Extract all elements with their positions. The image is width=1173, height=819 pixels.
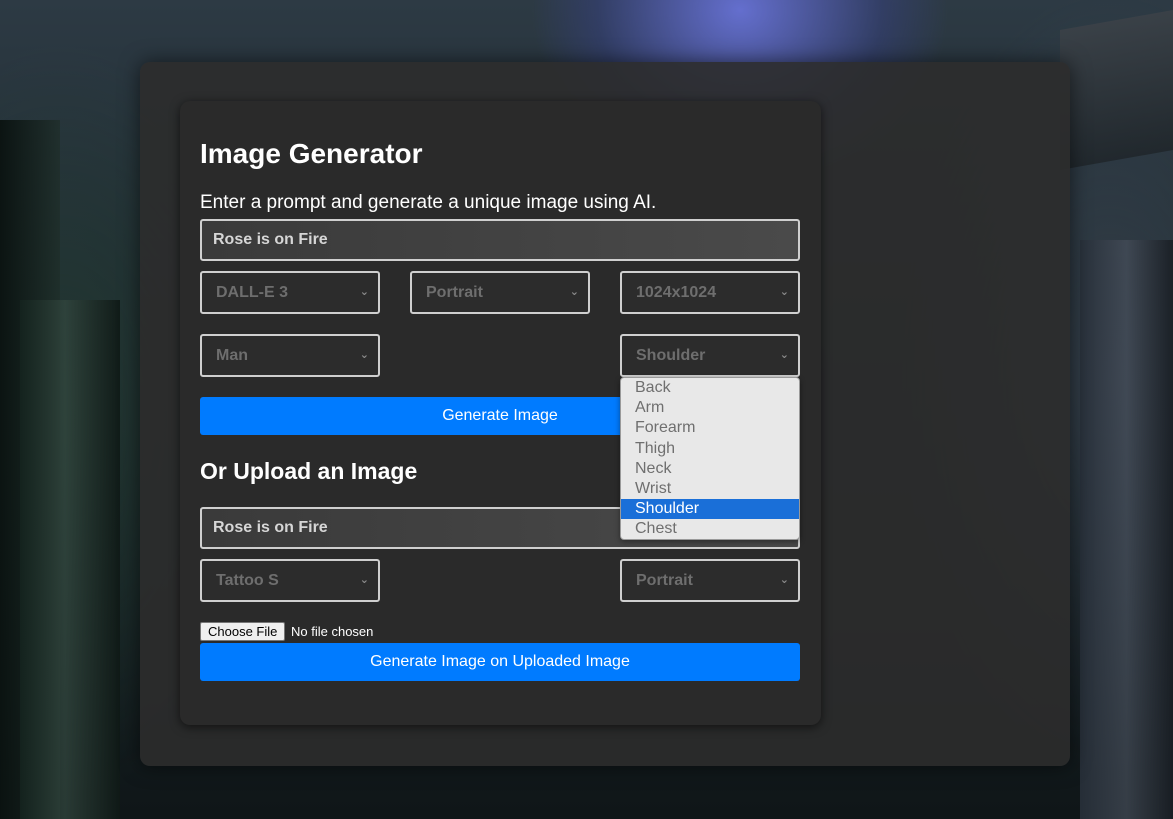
model-select-value: DALL-E 3: [216, 284, 288, 301]
chevron-down-icon: ⌄: [359, 349, 369, 361]
dropdown-option-chest[interactable]: Chest: [621, 519, 799, 539]
model-select[interactable]: DALL-E 3 ⌄: [200, 271, 380, 314]
size-select-value: 1024x1024: [636, 284, 717, 301]
page-subtitle: Enter a prompt and generate a unique ima…: [200, 192, 657, 213]
chevron-down-icon: ⌄: [779, 574, 789, 586]
upload-orientation-select[interactable]: Portrait ⌄: [620, 559, 800, 602]
dropdown-option-wrist[interactable]: Wrist: [621, 479, 799, 499]
body-part-select-value: Shoulder: [636, 347, 706, 364]
file-status-text: No file chosen: [291, 624, 374, 639]
choose-file-button[interactable]: Choose File: [200, 622, 286, 641]
dropdown-option-arm[interactable]: Arm: [621, 398, 799, 418]
style-select[interactable]: Tattoo S ⌄: [200, 559, 380, 602]
chevron-down-icon: ⌄: [359, 286, 369, 298]
orientation-select-value: Portrait: [426, 284, 483, 301]
orientation-select[interactable]: Portrait ⌄: [410, 271, 590, 314]
background-pillar-right: [1080, 240, 1173, 819]
body-part-dropdown-list: Back Arm Forearm Thigh Neck Wrist Should…: [620, 377, 800, 540]
style-select-value: Tattoo S: [216, 572, 279, 589]
dropdown-option-back[interactable]: Back: [621, 378, 799, 398]
background-ruin-right-top: [1060, 10, 1173, 170]
dropdown-option-thigh[interactable]: Thigh: [621, 439, 799, 459]
background-pillar-left: [20, 300, 120, 819]
chevron-down-icon: ⌄: [359, 574, 369, 586]
chevron-down-icon: ⌄: [569, 286, 579, 298]
chevron-down-icon: ⌄: [779, 349, 789, 361]
dropdown-option-shoulder[interactable]: Shoulder: [621, 499, 799, 520]
upload-orientation-select-value: Portrait: [636, 572, 693, 589]
prompt-input[interactable]: Rose is on Fire: [200, 219, 800, 261]
size-select[interactable]: 1024x1024 ⌄: [620, 271, 800, 314]
generate-uploaded-image-button[interactable]: Generate Image on Uploaded Image: [200, 643, 800, 681]
gender-select[interactable]: Man ⌄: [200, 334, 380, 377]
gender-select-value: Man: [216, 347, 248, 364]
page-title: Image Generator: [200, 138, 423, 169]
body-part-select[interactable]: Shoulder ⌄: [620, 334, 800, 377]
upload-section-title: Or Upload an Image: [200, 458, 418, 484]
dropdown-option-forearm[interactable]: Forearm: [621, 418, 799, 438]
dropdown-option-neck[interactable]: Neck: [621, 459, 799, 479]
chevron-down-icon: ⌄: [779, 286, 789, 298]
